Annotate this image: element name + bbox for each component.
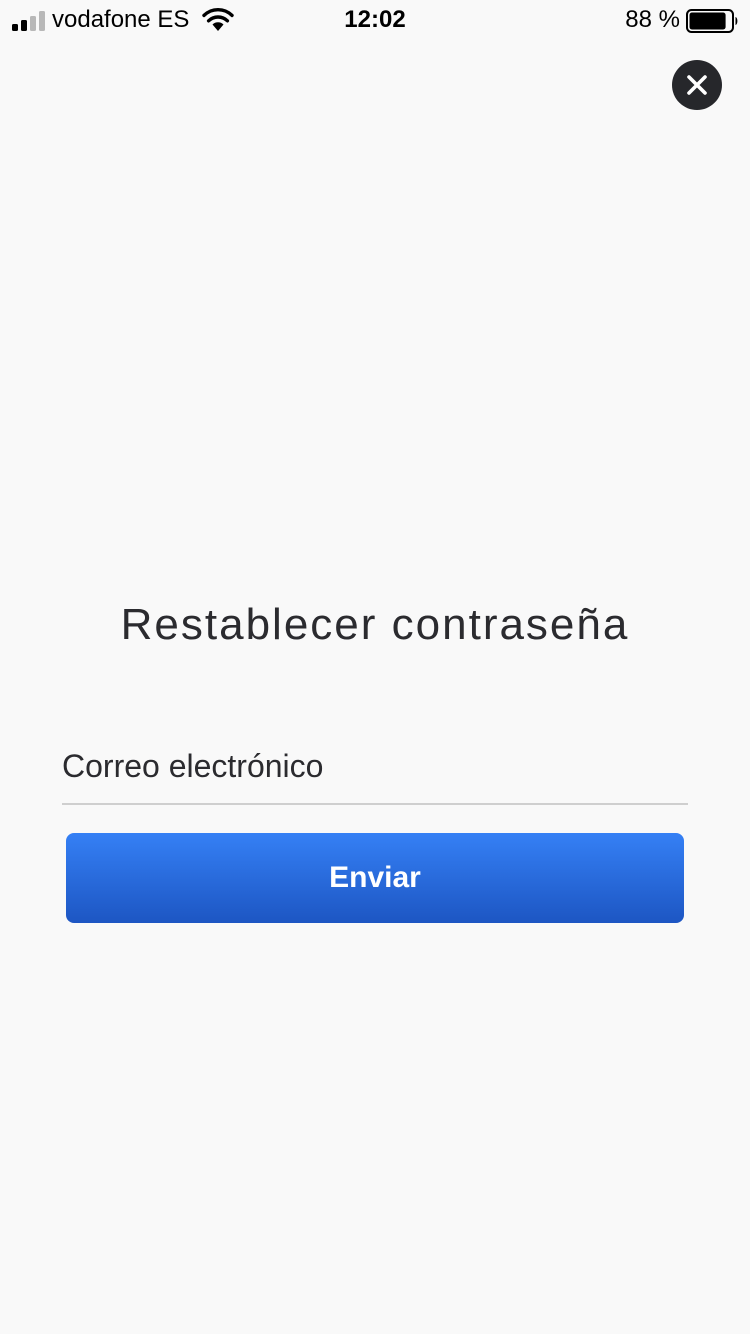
battery-percent: 88 % xyxy=(625,6,680,33)
email-field[interactable] xyxy=(62,730,688,805)
submit-button[interactable]: Enviar xyxy=(66,833,684,923)
close-icon xyxy=(687,75,707,95)
battery-icon xyxy=(686,9,738,33)
status-bar: vodafone ES 12:02 88 % xyxy=(0,0,750,40)
page-title: Restablecer contraseña xyxy=(120,600,630,650)
close-button[interactable] xyxy=(672,60,722,110)
